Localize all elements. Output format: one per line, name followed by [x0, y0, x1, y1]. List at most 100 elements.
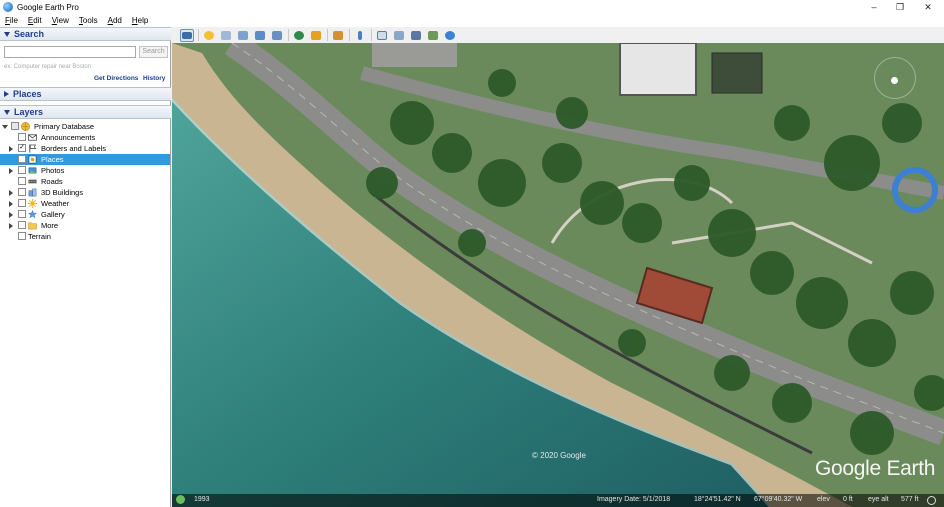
- layer-roads[interactable]: Roads: [0, 176, 170, 187]
- maximize-button[interactable]: ❐: [886, 0, 914, 14]
- expand-toggle-icon[interactable]: [9, 201, 13, 207]
- places-panel-header[interactable]: Places: [0, 87, 171, 101]
- menu-add[interactable]: Add: [103, 16, 127, 25]
- layer-places[interactable]: Places: [0, 154, 170, 165]
- planet-switch-button[interactable]: [331, 29, 345, 42]
- imagery-copyright: © 2020 Google: [532, 451, 586, 460]
- elevation-label: elev: [817, 496, 830, 503]
- layer-borders-and-labels[interactable]: ✓ Borders and Labels: [0, 143, 170, 154]
- minimize-button[interactable]: –: [860, 0, 888, 14]
- expand-toggle-icon[interactable]: [2, 125, 8, 129]
- sidebar-toggle-button[interactable]: [180, 28, 194, 42]
- layer-checkbox[interactable]: [18, 221, 26, 229]
- places-icon: [28, 155, 37, 164]
- sidebar: Search Search ex: Computer repair near B…: [0, 27, 171, 507]
- expand-toggle-icon[interactable]: [9, 146, 13, 152]
- layer-photos[interactable]: Photos: [0, 165, 170, 176]
- eye-altitude-value: 577 ft: [901, 496, 919, 503]
- expand-toggle-icon[interactable]: [9, 168, 13, 174]
- google-earth-logo: Google Earth: [815, 457, 936, 480]
- search-button[interactable]: Search: [139, 46, 168, 58]
- save-image-button[interactable]: [409, 29, 423, 42]
- layer-label: Photos: [41, 166, 65, 175]
- historical-imagery-button[interactable]: [292, 29, 306, 42]
- polygon-icon: [221, 30, 231, 40]
- building-roof: [711, 52, 763, 94]
- add-overlay-button[interactable]: [253, 29, 267, 42]
- layer-primary-database[interactable]: Primary Database: [0, 121, 170, 132]
- layer-label: Announcements: [41, 133, 96, 142]
- photo-icon: [28, 167, 37, 174]
- add-polygon-button[interactable]: [219, 29, 233, 42]
- google-earth-icon: [3, 2, 13, 12]
- sidebar-icon: [182, 31, 192, 39]
- expand-icon: [4, 91, 9, 97]
- layer-checkbox[interactable]: [18, 199, 26, 207]
- email-icon: [377, 30, 387, 40]
- look-joystick[interactable]: [892, 167, 938, 213]
- path-icon: [238, 30, 248, 40]
- layer-checkbox[interactable]: [18, 177, 26, 185]
- add-path-button[interactable]: [236, 29, 250, 42]
- menu-help[interactable]: Help: [127, 16, 153, 25]
- layer-label: Primary Database: [34, 122, 95, 131]
- print-button[interactable]: [392, 29, 406, 42]
- menu-edit[interactable]: Edit: [23, 16, 47, 25]
- search-hint: ex: Computer repair near Boston: [4, 64, 92, 70]
- layer-checkbox[interactable]: [18, 232, 26, 240]
- save-image-icon: [411, 30, 421, 40]
- close-button[interactable]: ✕: [914, 0, 942, 14]
- layer-label: 3D Buildings: [41, 188, 84, 197]
- layer-checkbox[interactable]: [18, 210, 26, 218]
- layer-weather[interactable]: Weather: [0, 198, 170, 209]
- record-tour-button[interactable]: [270, 29, 284, 42]
- layer-checkbox[interactable]: [18, 188, 26, 196]
- layers-panel-header[interactable]: Layers: [0, 105, 171, 119]
- view-in-maps-button[interactable]: [426, 29, 440, 42]
- print-icon: [394, 30, 404, 40]
- sunlight-button[interactable]: [309, 29, 323, 42]
- email-button[interactable]: [375, 29, 389, 42]
- expand-toggle-icon[interactable]: [9, 223, 13, 229]
- layer-3d-buildings[interactable]: 3D Buildings: [0, 187, 170, 198]
- layer-checkbox[interactable]: [18, 155, 26, 163]
- layer-label: Terrain: [28, 232, 51, 241]
- timeline-icon[interactable]: [176, 495, 185, 504]
- ruler-icon: [358, 30, 362, 40]
- north-indicator-icon[interactable]: [891, 77, 898, 84]
- menu-bar: File Edit View Tools Add Help: [0, 14, 944, 27]
- layer-checkbox[interactable]: [18, 133, 26, 141]
- longitude-readout: 67°09'40.32" W: [754, 496, 803, 503]
- layer-checkbox[interactable]: [18, 166, 26, 174]
- toolbar-separator: [288, 29, 289, 41]
- maps-icon: [428, 30, 438, 40]
- ruler-button[interactable]: [353, 29, 367, 42]
- map-view[interactable]: © 2020 Google Google Earth 1993 Imagery …: [172, 43, 944, 507]
- tour-icon: [272, 30, 282, 40]
- add-placemark-button[interactable]: [202, 29, 216, 42]
- collapse-icon: [4, 109, 10, 115]
- expand-toggle-icon[interactable]: [9, 190, 13, 196]
- search-input[interactable]: [4, 46, 136, 58]
- building-icon: [28, 188, 37, 197]
- sunlight-icon: [311, 30, 321, 40]
- layer-checkbox[interactable]: ✓: [18, 144, 26, 152]
- overlay-icon: [255, 30, 265, 40]
- layer-more[interactable]: More: [0, 220, 170, 231]
- earth-button[interactable]: [443, 29, 457, 42]
- menu-file[interactable]: File: [0, 16, 23, 25]
- toolbar-separator: [349, 29, 350, 41]
- get-directions-link[interactable]: Get Directions: [94, 75, 138, 82]
- layer-announcements[interactable]: Announcements: [0, 132, 170, 143]
- layer-gallery[interactable]: Gallery: [0, 209, 170, 220]
- history-link[interactable]: History: [143, 75, 165, 82]
- toolbar-separator: [327, 29, 328, 41]
- layer-terrain[interactable]: Terrain: [0, 231, 170, 242]
- search-panel-header[interactable]: Search: [0, 27, 171, 41]
- search-panel-title: Search: [14, 29, 45, 39]
- expand-toggle-icon[interactable]: [9, 212, 13, 218]
- menu-tools[interactable]: Tools: [74, 16, 103, 25]
- elevation-value: 0 ft: [843, 496, 853, 503]
- menu-view[interactable]: View: [47, 16, 74, 25]
- layer-checkbox[interactable]: [11, 122, 19, 130]
